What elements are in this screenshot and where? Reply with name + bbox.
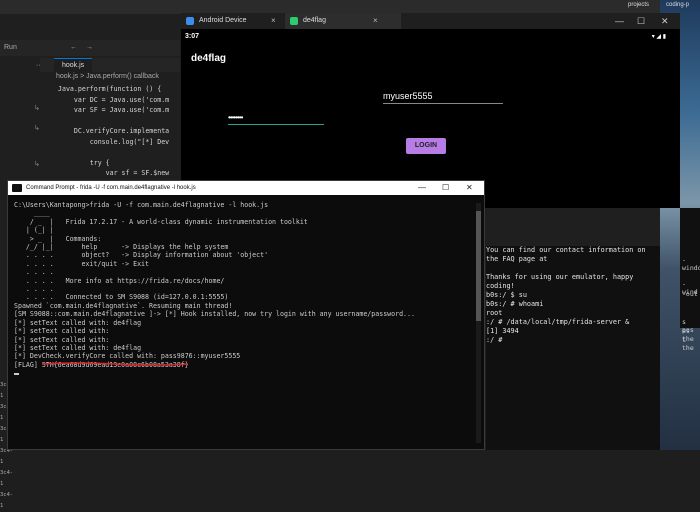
emulator-terminal[interactable]: You can find our contact information on …: [486, 246, 660, 450]
cmd-line: [SM S9088::com.main.de4flagnative ]-> [*…: [14, 310, 415, 319]
app-title: de4flag: [191, 53, 227, 64]
back-arrow-icon[interactable]: ←: [70, 44, 77, 51]
cmd-line: [*] setText called with:: [14, 327, 110, 336]
cmd-line: . . . . exit/quit -> Exit: [14, 259, 149, 268]
login-button[interactable]: LOGIN: [406, 138, 446, 154]
android-emulator-window: Android Device × de4flag × — ☐ ✕ 3:07 ▾ …: [181, 13, 680, 208]
terminal-fragment: -windo: [682, 256, 700, 272]
red-underline-annotation: [41, 362, 189, 366]
code-line: try {: [58, 158, 110, 167]
command-prompt-window: Command Prompt - frida -U -f com.main.de…: [7, 180, 485, 450]
terminal-line: You can find our contact information on …: [486, 246, 646, 263]
cmd-line: | (_| |: [14, 226, 54, 235]
cmd-line: . . . . Connected to SM S9088 (id=127.0.…: [14, 293, 229, 302]
desktop-label[interactable]: projects: [628, 2, 649, 8]
list-item: 3c4-1: [0, 492, 14, 509]
code-line: var DC = Java.use('com.m: [58, 95, 170, 104]
cmd-line: [*] setText called with: de4flag: [14, 318, 142, 327]
terminal-line: b0s:/ $ su: [486, 291, 527, 299]
run-label[interactable]: Run: [4, 44, 17, 51]
cmd-line: ____: [14, 209, 50, 218]
editor-tabs: hook.js: [40, 58, 180, 73]
code-line: Java.perform(function () {: [58, 85, 162, 93]
cmd-line: . . . . More info at https://frida.re/do…: [14, 276, 225, 285]
app-icon: [290, 17, 298, 25]
terminal-line: :/ # /data/local/tmp/frida-server &: [486, 318, 630, 326]
cmd-line: [*] DevCheck.verifyCore called with: pas…: [14, 352, 241, 361]
fold-icon[interactable]: ↳: [34, 124, 40, 132]
cmd-line: /_/ |_| help -> Displays the help system: [14, 243, 229, 252]
scrollbar-thumb[interactable]: [476, 211, 481, 321]
terminal-line: Thanks for using our emulator, happy cod…: [486, 273, 634, 290]
minimize-icon[interactable]: —: [615, 13, 624, 29]
code-line: var sf = SF.$new: [58, 169, 170, 177]
cmd-line: . . . . object? -> Display information a…: [14, 251, 269, 260]
close-window-icon[interactable]: ✕: [466, 181, 473, 195]
tab-label: de4flag: [303, 17, 326, 24]
cmd-line: [*] setText called with:: [14, 335, 110, 344]
fold-icon[interactable]: ↳: [34, 104, 40, 112]
terminal-line: [1] 3494: [486, 327, 519, 335]
desktop-label[interactable]: coding-p: [666, 2, 689, 8]
tab-android-device[interactable]: Android Device ×: [181, 13, 299, 29]
tab-de4flag[interactable]: de4flag ×: [285, 13, 401, 29]
terminal-line: b0s:/ # whoami: [486, 300, 544, 308]
cmd-title: Command Prompt - frida -U -f com.main.de…: [26, 185, 196, 191]
status-icons: ▾ ◢ ▮: [651, 34, 666, 40]
terminal-fragment: t the: [682, 336, 694, 352]
close-icon[interactable]: ×: [373, 13, 378, 29]
cmd-line: . . . .: [14, 285, 54, 294]
top-bar: [0, 0, 700, 14]
cmd-line: Spawned `com.main.de4flagnative`. Resumi…: [14, 301, 233, 310]
scrollbar[interactable]: [476, 203, 481, 443]
password-field[interactable]: ••••••••: [228, 113, 324, 125]
minimize-icon[interactable]: —: [418, 181, 426, 195]
username-field[interactable]: myuser5555: [383, 91, 503, 104]
terminal-fragment: -out: [682, 290, 698, 298]
status-time: 3:07: [185, 33, 200, 40]
fold-icon[interactable]: ↳: [34, 160, 40, 168]
list-item: 3c4-1: [0, 470, 14, 487]
android-device-icon: [186, 17, 194, 25]
code-line: console.log("[*] Dev: [58, 137, 170, 146]
text-cursor: [14, 373, 19, 375]
close-icon[interactable]: ×: [271, 13, 276, 29]
tab-hook-js[interactable]: hook.js: [54, 58, 93, 73]
close-window-icon[interactable]: ✕: [661, 13, 669, 29]
code-line: var SF = Java.use('com.m: [58, 106, 170, 114]
maximize-icon[interactable]: ☐: [637, 13, 645, 29]
tab-label: Android Device: [199, 17, 247, 24]
maximize-icon[interactable]: ☐: [442, 181, 449, 195]
code-line: DC.verifyCore.implementa: [58, 127, 170, 135]
cmd-title-bar: Command Prompt - frida -U -f com.main.de…: [8, 181, 484, 195]
cmd-line: > _ | Commands:: [14, 234, 102, 243]
cmd-line: C:\Users\Kantapong>frida -U -f com.main.…: [14, 201, 269, 209]
terminal-line: :/ #: [486, 336, 503, 344]
cmd-line: / _ | Frida 17.2.17 - A world-class dyna…: [14, 217, 308, 226]
terminal-line: root: [486, 309, 503, 317]
cmd-line: [*] setText called with: de4flag: [14, 343, 142, 352]
cmd-output[interactable]: C:\Users\Kantapong>frida -U -f com.main.…: [14, 201, 474, 369]
terminal-icon: [12, 184, 22, 192]
forward-arrow-icon[interactable]: →: [86, 44, 93, 51]
cmd-line: . . . .: [14, 268, 54, 277]
run-bar: Run ← →: [0, 40, 180, 56]
emulator-tabs: Android Device × de4flag × — ☐ ✕: [181, 13, 680, 29]
breadcrumb[interactable]: hook.js > Java.perform() callback: [56, 73, 159, 80]
